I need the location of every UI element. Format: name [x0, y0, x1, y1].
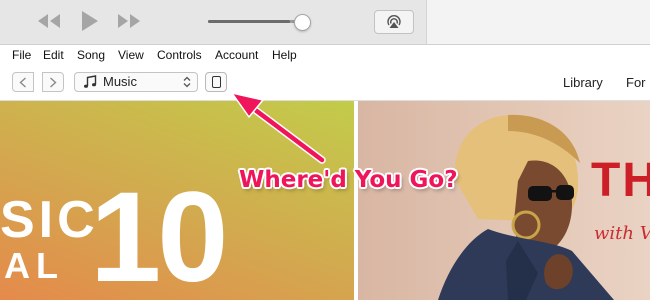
annotation-callout: Where'd You Go?: [238, 166, 458, 194]
annotation-arrow: [231, 92, 326, 164]
